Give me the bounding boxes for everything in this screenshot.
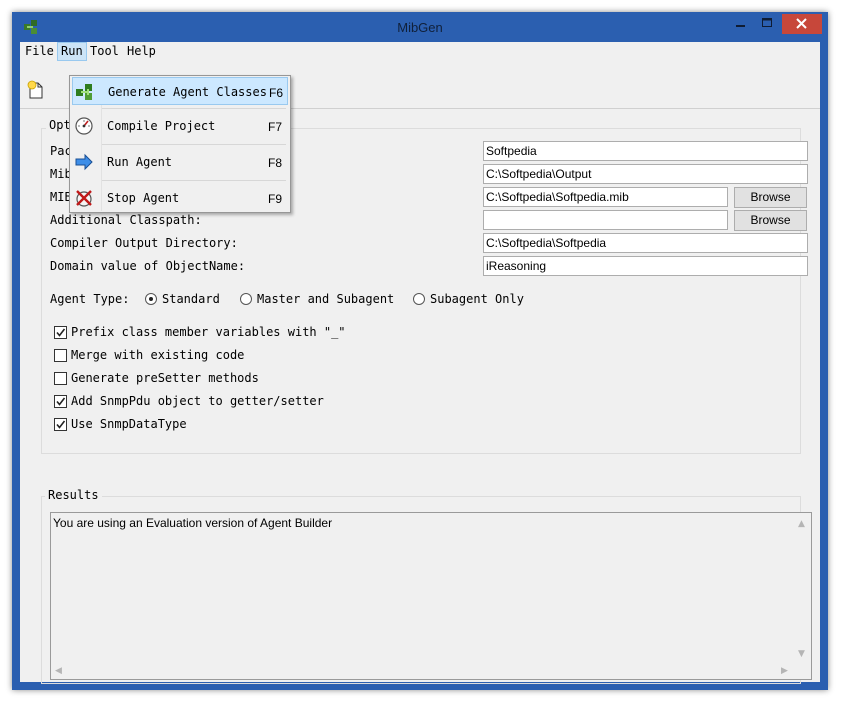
radio-subagent-only-label: Subagent Only (430, 292, 524, 306)
minimize-button[interactable] (728, 14, 754, 34)
maximize-button[interactable] (754, 14, 780, 34)
checkbox-merge-code[interactable] (54, 349, 67, 362)
generate-classes-icon (76, 84, 92, 100)
mib-dir-field[interactable]: C:\Softpedia\Output (483, 164, 808, 184)
menu-item-shortcut: F9 (268, 192, 283, 206)
browse-classpath-button[interactable]: Browse (734, 210, 807, 231)
menu-item-label: Compile Project (107, 119, 216, 133)
menu-item-shortcut: F7 (268, 120, 283, 134)
classpath-label: Additional Classpath: (50, 213, 202, 227)
menu-item-shortcut: F8 (268, 156, 283, 170)
menu-file[interactable]: File (22, 42, 57, 61)
browse-mib-button[interactable]: Browse (734, 187, 807, 208)
results-text: You are using an Evaluation version of A… (53, 516, 333, 530)
compiler-output-label: Compiler Output Directory: (50, 236, 238, 250)
agent-type-label: Agent Type: (50, 292, 130, 306)
scroll-down-icon[interactable]: ▼ (798, 649, 805, 659)
check-icon (56, 397, 66, 406)
radio-standard[interactable] (145, 293, 157, 305)
new-project-icon[interactable] (26, 80, 46, 100)
check-icon (56, 328, 66, 337)
check-icon (56, 420, 66, 429)
checkbox-snmppdu[interactable] (54, 395, 67, 408)
domain-field[interactable]: iReasoning (483, 256, 808, 276)
menu-item-compile-project[interactable]: Compile Project F7 (72, 112, 288, 140)
compile-gauge-icon (75, 117, 93, 135)
scroll-right-icon[interactable]: ▶ (781, 666, 788, 676)
client-area: File Run Tool Help Opt Pac Mib MIB Addit… (20, 42, 820, 684)
menu-help[interactable]: Help (124, 42, 159, 61)
run-arrow-icon (75, 153, 93, 171)
menu-separator (102, 180, 286, 181)
menu-tool[interactable]: Tool (87, 42, 122, 61)
radio-master-subagent[interactable] (240, 293, 252, 305)
stop-agent-icon (76, 190, 92, 207)
menu-item-label: Run Agent (107, 155, 173, 169)
app-window: MibGen File Run Tool Help Opt Pac Mib MI… (12, 12, 828, 690)
radio-standard-label: Standard (162, 292, 220, 306)
menu-item-stop-agent[interactable]: Stop Agent F9 (72, 184, 288, 212)
menu-bar: File Run Tool Help (20, 42, 820, 61)
compiler-output-field[interactable]: C:\Softpedia\Softpedia (483, 233, 808, 253)
run-menu-dropdown: Generate Agent Classes F6 Compile Projec… (69, 75, 291, 213)
checkbox-merge-code-label: Merge with existing code (71, 348, 245, 362)
menu-separator (102, 144, 286, 145)
radio-master-subagent-label: Master and Subagent (257, 292, 395, 306)
radio-subagent-only[interactable] (413, 293, 425, 305)
mib-file-field[interactable]: C:\Softpedia\Softpedia.mib (483, 187, 728, 207)
checkbox-prefix-members-label: Prefix class member variables with "_" (71, 325, 346, 339)
results-text-area[interactable]: You are using an Evaluation version of A… (50, 512, 812, 680)
menu-item-label: Generate Agent Classes (108, 85, 267, 99)
close-button[interactable] (782, 14, 822, 34)
checkbox-snmppdu-label: Add SnmpPdu object to getter/setter (71, 394, 324, 408)
menu-item-generate-agent-classes[interactable]: Generate Agent Classes F6 (72, 77, 288, 105)
menu-separator (102, 108, 286, 109)
results-group-label: Results (45, 488, 102, 502)
checkbox-prefix-members[interactable] (54, 326, 67, 339)
checkbox-snmpdatatype-label: Use SnmpDataType (71, 417, 187, 431)
domain-label: Domain value of ObjectName: (50, 259, 246, 273)
menu-item-run-agent[interactable]: Run Agent F8 (72, 148, 288, 176)
maximize-icon (762, 18, 772, 27)
menu-item-shortcut: F6 (269, 86, 284, 100)
package-field[interactable]: Softpedia (483, 141, 808, 161)
checkbox-presetter-label: Generate preSetter methods (71, 371, 259, 385)
scroll-left-icon[interactable]: ◀ (55, 666, 62, 676)
minimize-icon (736, 25, 745, 27)
scroll-up-icon[interactable]: ▲ (798, 519, 805, 529)
window-title: MibGen (397, 20, 443, 35)
menu-item-label: Stop Agent (107, 191, 180, 205)
title-bar[interactable]: MibGen (12, 12, 828, 42)
classpath-field[interactable] (483, 210, 728, 230)
close-icon (796, 18, 807, 29)
checkbox-presetter[interactable] (54, 372, 67, 385)
menu-run[interactable]: Run (57, 42, 87, 61)
checkbox-snmpdatatype[interactable] (54, 418, 67, 431)
